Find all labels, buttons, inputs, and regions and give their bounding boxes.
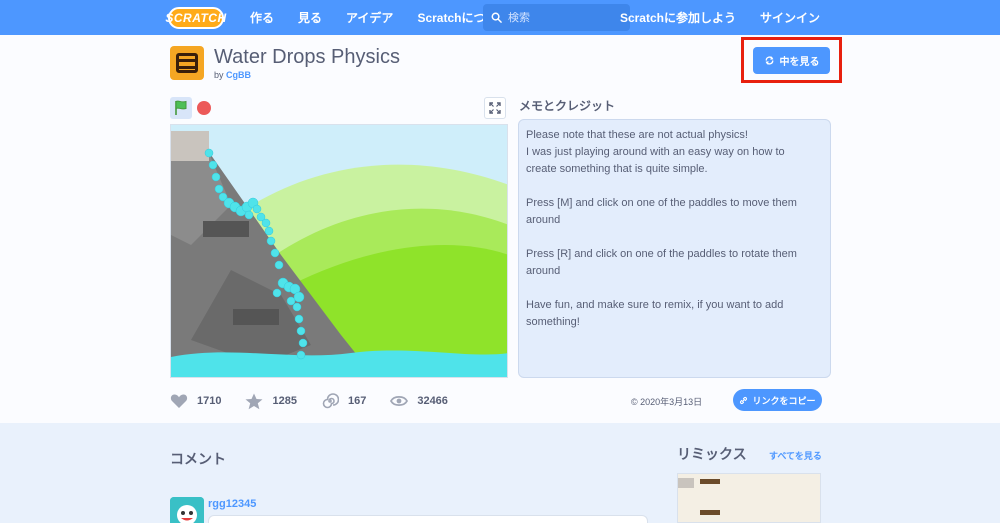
comment-username[interactable]: rgg12345 xyxy=(208,498,256,510)
project-title: Water Drops Physics xyxy=(214,46,400,68)
remixes-title: リミックス xyxy=(677,446,747,462)
star-icon xyxy=(245,393,263,409)
notes-line: Press [R] and click on one of the paddle… xyxy=(526,248,797,260)
fullscreen-icon xyxy=(489,102,501,114)
project-stats: 1710 1285 167 32466 xyxy=(170,390,472,412)
love-stat[interactable]: 1710 xyxy=(170,393,221,409)
notes-line: Press [M] and click on one of the paddle… xyxy=(526,197,797,209)
project-stage[interactable] xyxy=(170,124,508,378)
project-thumbnail xyxy=(170,46,204,80)
author-link[interactable]: CgBB xyxy=(226,70,251,80)
notes-box: Please note that these are not actual ph… xyxy=(518,119,831,378)
notes-line: around xyxy=(526,265,561,277)
remix-thumbnail[interactable] xyxy=(677,473,821,523)
remix-thumbnail-image xyxy=(678,474,820,522)
search-icon xyxy=(491,12,502,23)
comments-title: コメント xyxy=(170,451,226,467)
notes-line: around xyxy=(526,214,561,226)
nav-create[interactable]: 作る xyxy=(238,9,286,26)
fullscreen-button[interactable] xyxy=(484,97,506,119)
comment-bubble xyxy=(208,515,648,523)
notes-title: メモとクレジット xyxy=(519,99,616,113)
remix-arrows-icon xyxy=(765,56,773,65)
scratch-logo[interactable]: SCRATCH xyxy=(165,6,226,29)
by-prefix: by xyxy=(214,70,224,80)
view-count: 32466 xyxy=(417,395,448,407)
project-author-line: by CgBB xyxy=(214,70,251,80)
notes-line: create something that is quite simple. xyxy=(526,163,708,175)
favorite-count: 1285 xyxy=(272,395,297,407)
notes-line xyxy=(526,178,823,195)
avatar[interactable] xyxy=(170,497,204,523)
notes-line: Please note that these are not actual ph… xyxy=(526,129,748,141)
copy-link-label: リンクをコピー xyxy=(752,395,816,406)
green-flag-icon xyxy=(175,100,187,115)
notes-line: something! xyxy=(526,316,580,328)
favorite-stat[interactable]: 1285 xyxy=(245,393,297,410)
nav-explore[interactable]: 見る xyxy=(286,9,334,26)
copy-link-button[interactable]: リンクをコピー xyxy=(733,389,822,411)
notes-line: Have fun, and make sure to remix, if you… xyxy=(526,299,784,311)
see-all-remixes-link[interactable]: すべてを見る xyxy=(769,449,822,462)
see-inside-label: 中を見る xyxy=(779,57,820,68)
view-stat: 32466 xyxy=(390,395,448,407)
signin-link[interactable]: サインイン xyxy=(748,9,832,26)
remix-spiral-icon xyxy=(322,393,339,409)
green-flag-button[interactable] xyxy=(170,97,192,119)
see-inside-button[interactable]: 中を見る xyxy=(753,47,830,74)
love-count: 1710 xyxy=(197,395,222,407)
nav-ideas[interactable]: アイデア xyxy=(334,9,405,26)
remix-stat: 167 xyxy=(321,392,366,410)
notes-line xyxy=(526,280,823,297)
notes-line xyxy=(526,229,823,246)
avatar-image xyxy=(170,497,204,523)
remix-count: 167 xyxy=(347,395,367,407)
search-input[interactable] xyxy=(508,11,618,24)
stage-scene xyxy=(171,125,507,377)
join-link[interactable]: Scratchに参加しよう xyxy=(608,9,748,26)
heart-icon xyxy=(170,394,188,408)
stop-button[interactable] xyxy=(197,101,211,115)
link-icon xyxy=(740,396,748,404)
see-inside-highlight: 中を見る xyxy=(741,37,842,83)
notes-line: I was just playing around with an easy w… xyxy=(526,146,785,158)
top-nav: SCRATCH 作る 見る アイデア Scratchについて Scratchに参… xyxy=(0,0,1000,35)
share-date: © 2020年3月13日 xyxy=(631,397,703,407)
eye-icon xyxy=(390,395,409,407)
